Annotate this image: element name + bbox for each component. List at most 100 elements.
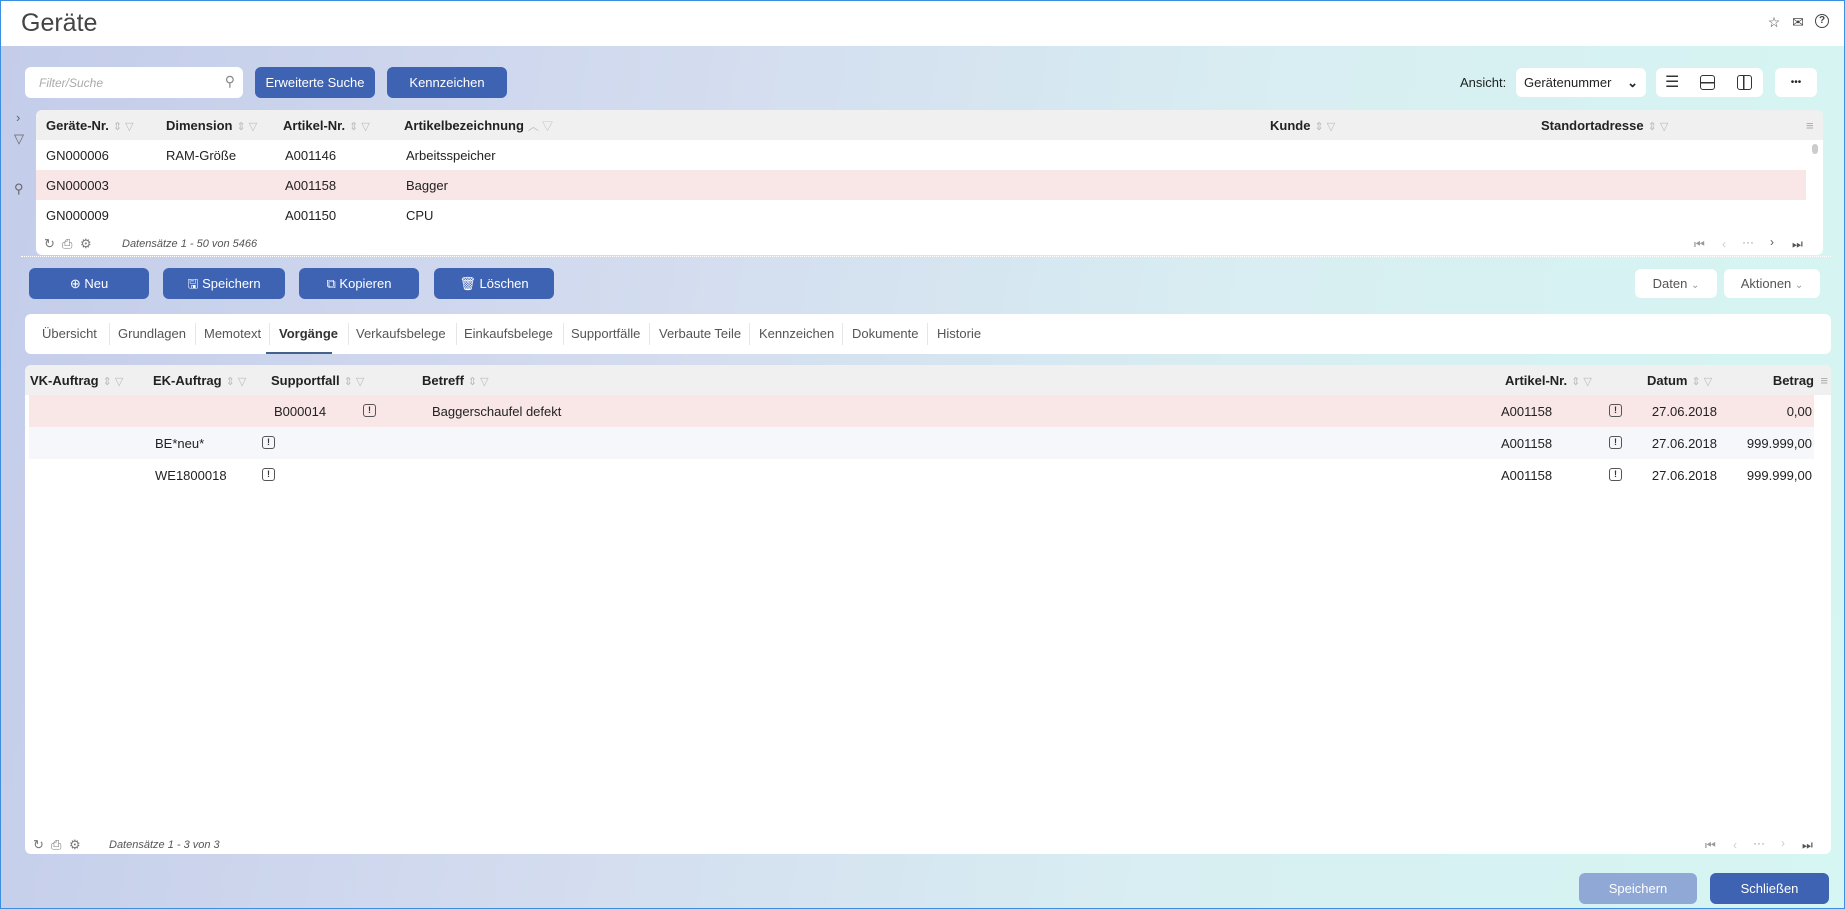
star-icon[interactable]: ☆ — [1766, 14, 1782, 30]
info-icon[interactable]: ! — [1609, 404, 1622, 417]
view-select[interactable]: Gerätenummer ⌄ — [1516, 68, 1646, 97]
tab-vorgaenge[interactable]: Vorgänge — [279, 326, 338, 341]
help-icon[interactable]: ? — [1815, 14, 1829, 28]
tab-dokumente[interactable]: Dokumente — [852, 326, 918, 341]
advanced-search-button[interactable]: Erweiterte Suche — [255, 67, 375, 98]
page-title: Geräte — [21, 9, 98, 37]
tab-uebersicht[interactable]: Übersicht — [42, 326, 97, 341]
horizontal-split-icon[interactable] — [1700, 75, 1715, 90]
close-button[interactable]: Schließen — [1710, 873, 1829, 904]
chevron-down-icon: ⌄ — [1794, 280, 1804, 291]
footer-save-button[interactable]: Speichern — [1579, 873, 1697, 904]
col-betreff[interactable]: Betreff ⇕ ▽ — [422, 373, 489, 388]
last-page-icon[interactable]: ⏭ — [1802, 838, 1813, 853]
tab-historie[interactable]: Historie — [937, 326, 981, 341]
col-dimension[interactable]: Dimension ⇕ ▽ — [166, 118, 257, 133]
first-page-icon[interactable]: ⏮ — [1694, 237, 1705, 252]
info-icon[interactable]: ! — [1609, 468, 1622, 481]
col-artikel-nr[interactable]: Artikel-Nr. ⇕ ▽ — [1505, 373, 1592, 388]
col-geraete-nr[interactable]: Geräte-Nr. ⇕ ▽ — [46, 118, 134, 133]
record-count: Datensätze 1 - 3 von 3 — [109, 839, 220, 851]
info-icon[interactable]: ! — [363, 404, 376, 417]
table-row-selected[interactable]: GN000003 A001158 Bagger — [36, 170, 1806, 200]
column-menu-icon[interactable]: ≡ — [1820, 373, 1828, 388]
trash-icon: 🗑 — [459, 276, 480, 291]
info-icon[interactable]: ! — [1609, 436, 1622, 449]
settings-icon[interactable]: ⚙ — [69, 837, 81, 853]
mail-icon[interactable]: ✉ — [1790, 14, 1806, 30]
table-row[interactable]: BE*neu* ! A001158 ! 27.06.2018 999.999,0… — [29, 427, 1814, 459]
table-row[interactable]: GN000009 A001150 CPU — [36, 200, 1823, 230]
next-page-icon[interactable]: › — [1770, 235, 1774, 249]
pages-ellipsis[interactable]: ··· — [1742, 235, 1754, 249]
search-side-icon[interactable]: ⚲ — [14, 181, 24, 197]
print-icon[interactable]: ⎙ — [51, 837, 61, 853]
record-count: Datensätze 1 - 50 von 5466 — [122, 238, 258, 250]
active-tab-indicator — [266, 352, 332, 354]
save-record-button[interactable]: 🖫 Speichern — [163, 268, 285, 299]
devices-grid: Geräte-Nr. ⇕ ▽ Dimension ⇕ ▽ Artikel-Nr. ⇕ … — [36, 110, 1823, 255]
transactions-grid: VK-Auftrag ⇕ ▽ EK-Auftrag ⇕ ▽ Supportfall ⇕… — [25, 365, 1831, 854]
tab-supportfaelle[interactable]: Supportfälle — [571, 326, 640, 341]
print-icon[interactable]: ⎙ — [62, 236, 72, 252]
col-standortadresse[interactable]: Standortadresse ⇕ ▽ — [1541, 118, 1668, 133]
info-icon[interactable]: ! — [262, 468, 275, 481]
vertical-split-icon[interactable] — [1737, 75, 1752, 90]
table-row-selected[interactable]: B000014 ! Baggerschaufel defekt A001158 … — [29, 395, 1814, 427]
view-select-value: Gerätenummer — [1524, 75, 1612, 90]
col-ek-auftrag[interactable]: EK-Auftrag ⇕ ▽ — [153, 373, 246, 388]
data-menu-button[interactable]: Daten ⌄ — [1635, 269, 1717, 298]
settings-icon[interactable]: ⚙ — [80, 236, 92, 252]
filter-icon[interactable]: ▽ — [14, 131, 24, 147]
search-icon[interactable]: ⚲ — [225, 73, 235, 90]
title-bar — [1, 1, 1844, 46]
chevron-down-icon: ⌄ — [1690, 280, 1700, 291]
refresh-icon[interactable]: ↻ — [33, 837, 44, 853]
col-artikelbezeichnung[interactable]: Artikelbezeichnung ︿ ▽ — [404, 118, 553, 134]
col-kunde[interactable]: Kunde ⇕ ▽ — [1270, 118, 1335, 133]
col-artikel-nr[interactable]: Artikel-Nr. ⇕ ▽ — [283, 118, 370, 133]
new-button[interactable]: ⊕ Neu — [29, 268, 149, 299]
scrollbar[interactable] — [1812, 144, 1818, 154]
copy-button[interactable]: ⧉ Kopieren — [299, 268, 419, 299]
view-label: Ansicht: — [1460, 75, 1507, 90]
tab-einkaufsbelege[interactable]: Einkaufsbelege — [464, 326, 553, 341]
col-supportfall[interactable]: Supportfall ⇕ ▽ — [271, 373, 364, 388]
tab-grundlagen[interactable]: Grundlagen — [118, 326, 186, 341]
first-page-icon[interactable]: ⏮ — [1705, 838, 1716, 853]
tab-memotext[interactable]: Memotext — [204, 326, 261, 341]
layout-toggle-group: ☰ — [1656, 68, 1763, 97]
last-page-icon[interactable]: ⏭ — [1792, 237, 1803, 252]
search-input[interactable] — [25, 67, 205, 98]
tab-bar: Übersicht Grundlagen Memotext Vorgänge V… — [25, 314, 1831, 354]
tab-verbaute-teile[interactable]: Verbaute Teile — [659, 326, 741, 341]
next-page-icon[interactable]: › — [1781, 836, 1785, 850]
pages-ellipsis[interactable]: ··· — [1753, 836, 1765, 850]
table-row[interactable]: WE1800018 ! A001158 ! 27.06.2018 999.999… — [29, 459, 1814, 491]
prev-page-icon[interactable]: ‹ — [1722, 237, 1726, 251]
copy-icon: ⧉ — [326, 276, 340, 291]
list-view-icon[interactable]: ☰ — [1665, 68, 1679, 97]
divider — [21, 256, 1831, 257]
column-menu-icon[interactable]: ≡ — [1806, 118, 1814, 133]
expand-chevron-icon[interactable]: › — [16, 110, 20, 125]
plus-circle-icon: ⊕ — [69, 276, 85, 291]
kennzeichen-button[interactable]: Kennzeichen — [387, 67, 507, 98]
save-icon: 🖫 — [187, 276, 203, 291]
more-button[interactable]: ••• — [1775, 68, 1817, 97]
col-betrag[interactable]: Betrag — [1773, 373, 1814, 388]
tab-kennzeichen[interactable]: Kennzeichen — [759, 326, 834, 341]
table-row[interactable]: GN000006 RAM-Größe A001146 Arbeitsspeicher — [36, 140, 1823, 170]
info-icon[interactable]: ! — [262, 436, 275, 449]
col-datum[interactable]: Datum ⇕ ▽ — [1647, 373, 1712, 388]
chevron-down-icon: ⌄ — [1627, 75, 1638, 90]
col-vk-auftrag[interactable]: VK-Auftrag ⇕ ▽ — [30, 373, 123, 388]
refresh-icon[interactable]: ↻ — [44, 236, 55, 252]
grid-header: VK-Auftrag ⇕ ▽ EK-Auftrag ⇕ ▽ Supportfall ⇕… — [25, 365, 1831, 395]
actions-menu-button[interactable]: Aktionen ⌄ — [1724, 269, 1820, 298]
grid-header: Geräte-Nr. ⇕ ▽ Dimension ⇕ ▽ Artikel-Nr. ⇕ … — [36, 110, 1823, 140]
prev-page-icon[interactable]: ‹ — [1733, 838, 1737, 852]
tab-verkaufsbelege[interactable]: Verkaufsbelege — [356, 326, 446, 341]
delete-button[interactable]: 🗑 Löschen — [434, 268, 554, 299]
search-box[interactable]: ⚲ — [25, 67, 243, 98]
